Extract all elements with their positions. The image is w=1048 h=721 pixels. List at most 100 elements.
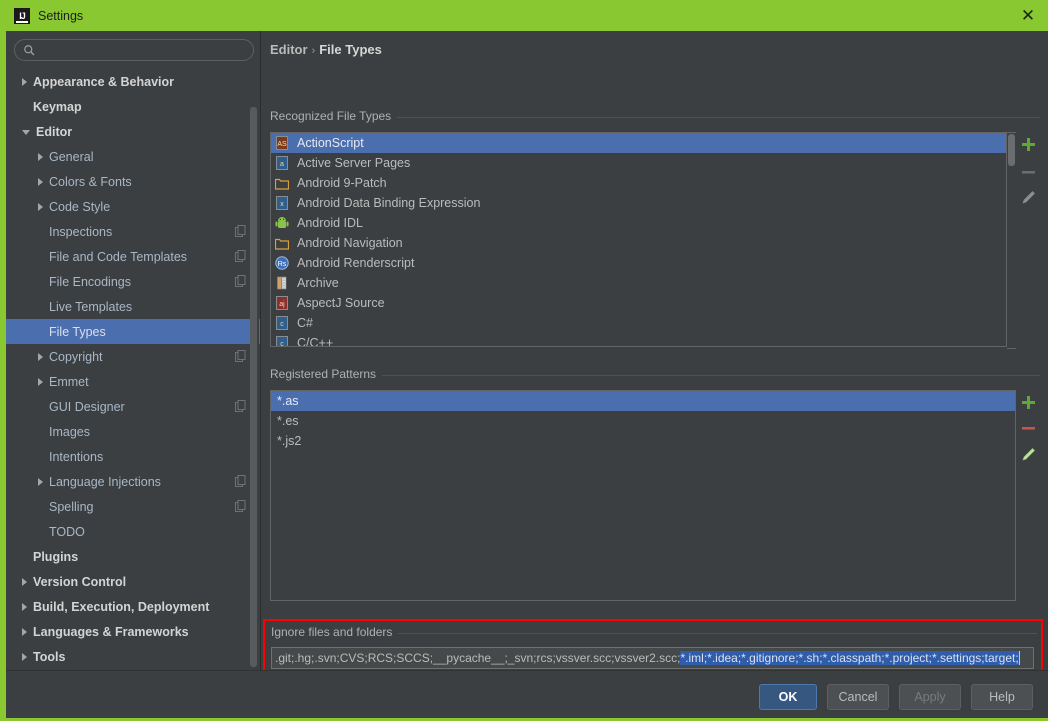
file-type-row[interactable]: ASActionScript bbox=[271, 133, 1006, 153]
close-icon[interactable]: ✕ bbox=[1005, 0, 1048, 31]
sidebar-item-label: Keymap bbox=[33, 100, 82, 114]
file-type-label: Active Server Pages bbox=[297, 156, 410, 170]
file-types-scrollbar-thumb[interactable] bbox=[1008, 134, 1015, 166]
copy-settings-icon[interactable] bbox=[235, 225, 246, 237]
sidebar-item-label: Plugins bbox=[33, 550, 78, 564]
copy-settings-icon[interactable] bbox=[235, 250, 246, 262]
sidebar-item-label: File Encodings bbox=[49, 275, 131, 289]
file-type-label: Android Navigation bbox=[297, 236, 403, 250]
sidebar-item-appearance-behavior[interactable]: Appearance & Behavior bbox=[6, 69, 260, 94]
sidebar-item-label: Emmet bbox=[49, 375, 89, 389]
xml-file-icon: x bbox=[275, 196, 289, 210]
sidebar-item-language-injections[interactable]: Language Injections bbox=[6, 469, 260, 494]
group-divider bbox=[270, 375, 1040, 376]
sidebar-item-build-execution-deployment[interactable]: Build, Execution, Deployment bbox=[6, 594, 260, 619]
remove-file-type-button bbox=[1017, 161, 1039, 183]
sidebar-item-colors-fonts[interactable]: Colors & Fonts bbox=[6, 169, 260, 194]
file-type-row[interactable]: xAndroid Data Binding Expression bbox=[271, 193, 1006, 213]
breadcrumb-parent[interactable]: Editor bbox=[270, 42, 308, 57]
registered-patterns-list[interactable]: *.as *.es *.js2 bbox=[270, 390, 1016, 601]
add-pattern-button[interactable] bbox=[1017, 391, 1039, 413]
chevron-right-icon[interactable] bbox=[38, 178, 43, 186]
copy-settings-icon[interactable] bbox=[235, 400, 246, 412]
chevron-right-icon[interactable] bbox=[22, 653, 27, 661]
sidebar-item-plugins[interactable]: Plugins bbox=[6, 544, 260, 569]
sidebar-item-live-templates[interactable]: Live Templates bbox=[6, 294, 260, 319]
file-type-row[interactable]: Android Navigation bbox=[271, 233, 1006, 253]
cancel-button[interactable]: Cancel bbox=[827, 684, 889, 710]
sidebar-item-spelling[interactable]: Spelling bbox=[6, 494, 260, 519]
sidebar-item-version-control[interactable]: Version Control bbox=[6, 569, 260, 594]
add-file-type-button[interactable] bbox=[1017, 133, 1039, 155]
sidebar-item-editor[interactable]: Editor bbox=[6, 119, 260, 144]
file-type-row[interactable]: Archive bbox=[271, 273, 1006, 293]
sidebar-item-todo[interactable]: TODO bbox=[6, 519, 260, 544]
sidebar-item-label: Live Templates bbox=[49, 300, 132, 314]
chevron-right-icon[interactable] bbox=[38, 153, 43, 161]
file-type-label: AspectJ Source bbox=[297, 296, 385, 310]
sidebar-item-label: Version Control bbox=[33, 575, 126, 589]
recognized-file-types-list[interactable]: ASActionScriptaActive Server PagesAndroi… bbox=[270, 132, 1007, 347]
file-type-label: C# bbox=[297, 316, 313, 330]
sidebar-item-emmet[interactable]: Emmet bbox=[6, 369, 260, 394]
sidebar-item-file-encodings[interactable]: File Encodings bbox=[6, 269, 260, 294]
ignore-files-highlight-box: Ignore files and folders .git;.hg;.svn;C… bbox=[263, 619, 1043, 674]
sidebar-item-label: File Types bbox=[49, 325, 106, 339]
file-type-row[interactable]: RsAndroid Renderscript bbox=[271, 253, 1006, 273]
archive-icon bbox=[275, 276, 289, 290]
file-type-row[interactable]: cC/C++ bbox=[271, 333, 1006, 347]
pattern-row[interactable]: *.as bbox=[271, 391, 1015, 411]
file-type-row[interactable]: aActive Server Pages bbox=[271, 153, 1006, 173]
sidebar-item-tools[interactable]: Tools bbox=[6, 644, 260, 664]
ok-button[interactable]: OK bbox=[759, 684, 817, 710]
file-type-row[interactable]: ajAspectJ Source bbox=[271, 293, 1006, 313]
pattern-label: *.js2 bbox=[277, 434, 301, 448]
chevron-right-icon[interactable] bbox=[38, 478, 43, 486]
sidebar-scrollbar-track[interactable] bbox=[250, 67, 259, 664]
sidebar-item-file-types[interactable]: File Types bbox=[6, 319, 260, 344]
dialog-footer: OK Cancel Apply Help bbox=[6, 670, 1048, 718]
chevron-down-icon[interactable] bbox=[22, 130, 30, 135]
sidebar-item-code-style[interactable]: Code Style bbox=[6, 194, 260, 219]
chevron-right-icon[interactable] bbox=[38, 378, 43, 386]
remove-pattern-button[interactable] bbox=[1017, 417, 1039, 439]
chevron-right-icon[interactable] bbox=[38, 353, 43, 361]
ignore-files-input[interactable]: .git;.hg;.svn;CVS;RCS;SCCS;__pycache__;_… bbox=[271, 647, 1034, 669]
help-button[interactable]: Help bbox=[971, 684, 1033, 710]
sidebar-scrollbar-thumb[interactable] bbox=[250, 107, 257, 667]
sidebar-item-gui-designer[interactable]: GUI Designer bbox=[6, 394, 260, 419]
copy-settings-icon[interactable] bbox=[235, 475, 246, 487]
ignore-files-label: Ignore files and folders bbox=[271, 625, 398, 639]
file-types-scrollbar-track[interactable] bbox=[1007, 132, 1016, 349]
settings-tree[interactable]: Appearance & Behavior Keymap EditorGeneral… bbox=[6, 69, 260, 664]
sidebar-item-images[interactable]: Images bbox=[6, 419, 260, 444]
chevron-right-icon[interactable] bbox=[38, 203, 43, 211]
file-type-row[interactable]: Android IDL bbox=[271, 213, 1006, 233]
sidebar-item-intentions[interactable]: Intentions bbox=[6, 444, 260, 469]
chevron-right-icon[interactable] bbox=[22, 603, 27, 611]
chevron-right-icon[interactable] bbox=[22, 628, 27, 636]
sidebar-item-label: Colors & Fonts bbox=[49, 175, 132, 189]
chevron-right-icon[interactable] bbox=[22, 78, 27, 86]
sidebar-item-keymap[interactable]: Keymap bbox=[6, 94, 260, 119]
pattern-row[interactable]: *.js2 bbox=[271, 431, 1015, 451]
file-type-row[interactable]: c C# bbox=[271, 313, 1006, 333]
chevron-right-icon[interactable] bbox=[22, 578, 27, 586]
file-type-row[interactable]: Android 9-Patch bbox=[271, 173, 1006, 193]
sidebar-item-languages-frameworks[interactable]: Languages & Frameworks bbox=[6, 619, 260, 644]
sidebar-item-inspections[interactable]: Inspections bbox=[6, 219, 260, 244]
svg-text:c: c bbox=[280, 321, 284, 328]
apply-button[interactable]: Apply bbox=[899, 684, 961, 710]
svg-text:AS: AS bbox=[277, 141, 287, 148]
sidebar-item-file-and-code-templates[interactable]: File and Code Templates bbox=[6, 244, 260, 269]
sidebar-item-copyright[interactable]: Copyright bbox=[6, 344, 260, 369]
pattern-row[interactable]: *.es bbox=[271, 411, 1015, 431]
sidebar-item-general[interactable]: General bbox=[6, 144, 260, 169]
edit-pattern-button[interactable] bbox=[1017, 443, 1039, 465]
sidebar-item-label: File and Code Templates bbox=[49, 250, 187, 264]
pattern-label: *.es bbox=[277, 414, 299, 428]
search-input[interactable] bbox=[14, 39, 254, 61]
copy-settings-icon[interactable] bbox=[235, 350, 246, 362]
copy-settings-icon[interactable] bbox=[235, 275, 246, 287]
copy-settings-icon[interactable] bbox=[235, 500, 246, 512]
